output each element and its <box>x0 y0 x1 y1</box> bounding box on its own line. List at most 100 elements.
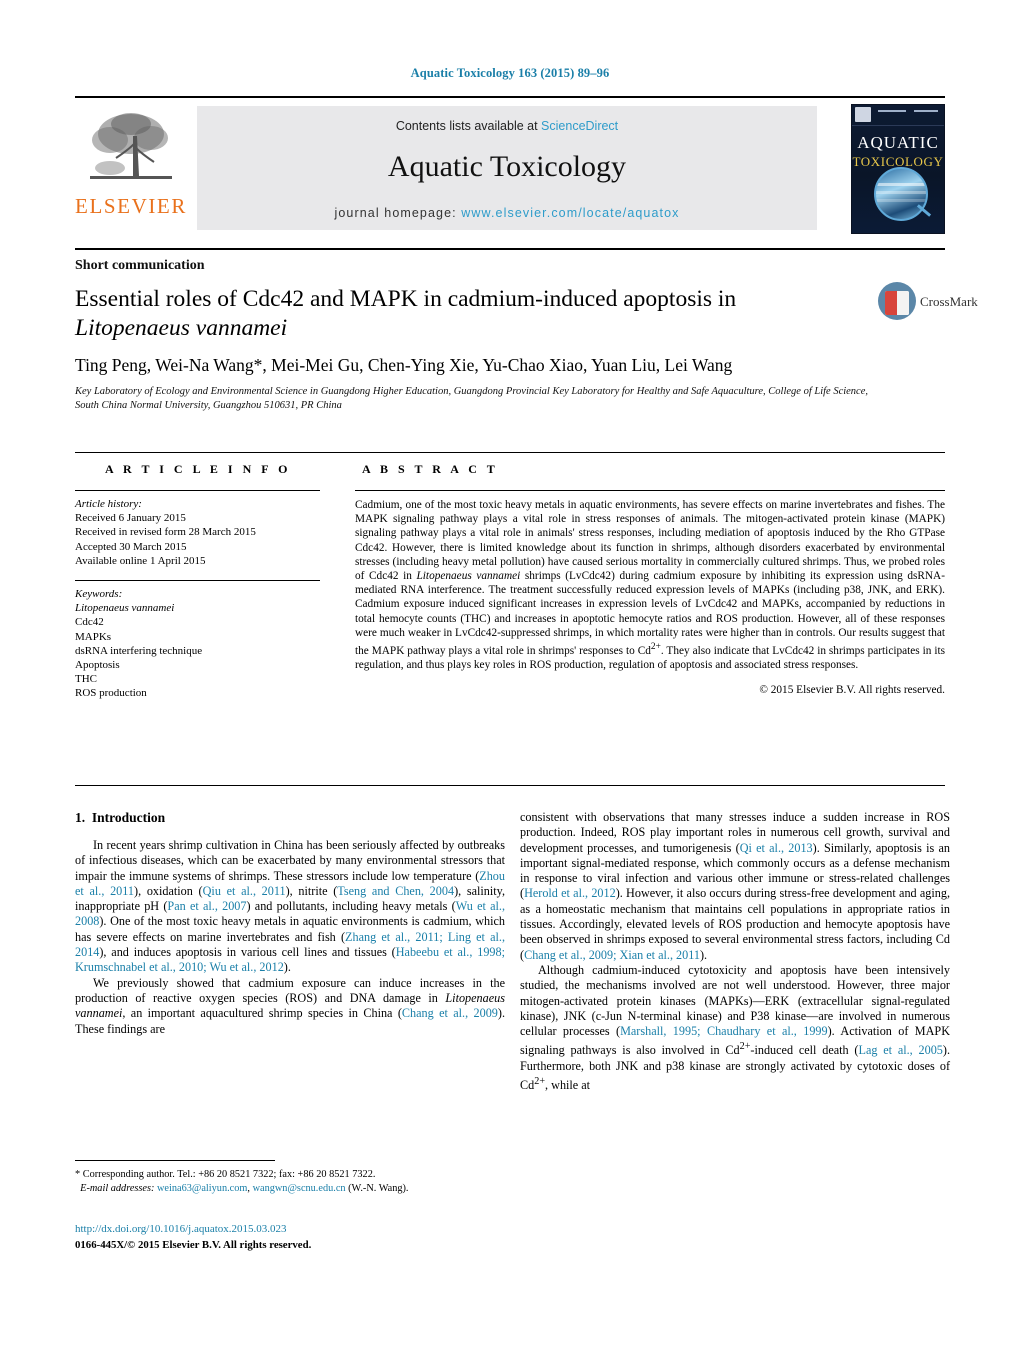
journal-cover-image: AQUATIC TOXICOLOGY <box>851 104 945 234</box>
cover-lens-graphic <box>874 167 928 221</box>
history-item: Accepted 30 March 2015 <box>75 540 187 553</box>
keywords-block: Keywords: Litopenaeus vannamei Cdc42 MAP… <box>75 587 320 701</box>
text-run: , an important aquacultured shrimp speci… <box>122 1006 402 1021</box>
superscript: 2+ <box>739 1041 751 1053</box>
email-note: E-mail addresses: weina63@aliyun.com, wa… <box>75 1182 505 1196</box>
email-suffix: (W.-N. Wang). <box>345 1182 409 1194</box>
homepage-url[interactable]: www.elsevier.com/locate/aquatox <box>461 206 679 220</box>
text-run: ), and induces apoptosis in various cell… <box>99 945 396 960</box>
citation-link[interactable]: Chang et al., 2009 <box>402 1006 498 1020</box>
page-title: Essential roles of Cdc42 and MAPK in cad… <box>75 285 835 343</box>
doi-link[interactable]: http://dx.doi.org/10.1016/j.aquatox.2015… <box>75 1223 287 1235</box>
keyword-item: Cdc42 <box>75 616 104 629</box>
section-heading: 1. Introduction <box>75 810 165 826</box>
doi-block: http://dx.doi.org/10.1016/j.aquatox.2015… <box>75 1222 505 1252</box>
crossmark-right-page <box>897 291 909 315</box>
elsevier-logo: ELSEVIER <box>75 106 187 234</box>
journal-masthead: ELSEVIER Contents lists available at Sci… <box>75 96 945 236</box>
author-list: Ting Peng, Wei-Na Wang*, Mei-Mei Gu, Che… <box>75 355 875 376</box>
paragraph: consistent with observations that many s… <box>520 810 950 963</box>
text-run: ). <box>699 947 708 962</box>
citation-link[interactable]: Marshall, 1995; Chaudhary et al., 1999 <box>620 1024 828 1038</box>
issn-copyright: 0166-445X/© 2015 Elsevier B.V. All right… <box>75 1238 312 1251</box>
keyword-item: Litopenaeus vannamei <box>75 602 175 615</box>
superscript: 2+ <box>534 1076 546 1088</box>
affiliation: Key Laboratory of Ecology and Environmen… <box>75 386 869 411</box>
keyword-item: MAPKs <box>75 630 112 643</box>
text-run: -induced cell death ( <box>750 1043 859 1058</box>
text-run: ). <box>283 960 291 975</box>
body-column-left: In recent years shrimp cultivation in Ch… <box>75 838 505 1037</box>
info-top-divider <box>75 452 945 453</box>
info-separator <box>75 580 320 582</box>
journal-homepage-line: journal homepage: www.elsevier.com/locat… <box>197 206 817 220</box>
email-label: E-mail addresses: <box>80 1182 155 1194</box>
keywords-label: Keywords: <box>75 588 123 601</box>
keyword-item: THC <box>75 673 97 686</box>
cover-rule-left <box>878 110 906 112</box>
cover-elsevier-icon <box>855 107 871 122</box>
section-title: Introduction <box>91 810 166 825</box>
abstract-rule <box>355 490 945 491</box>
crossmark-badge[interactable]: CrossMark <box>878 280 978 326</box>
abstract-species: Litopenaeus vannamei <box>416 570 521 583</box>
citation-link[interactable]: Tseng and Chen, 2004 <box>337 884 454 898</box>
body-top-divider <box>75 785 945 786</box>
history-item: Received 6 January 2015 <box>75 512 186 525</box>
body-column-right: consistent with observations that many s… <box>520 810 950 1093</box>
abstract-text: Cadmium, one of the most toxic heavy met… <box>355 498 945 672</box>
contents-label: Contents lists available at <box>395 119 542 133</box>
citation-link[interactable]: Qiu et al., 2011 <box>203 884 286 898</box>
history-item: Available online 1 April 2015 <box>75 554 206 567</box>
journal-band: Contents lists available at ScienceDirec… <box>197 106 817 230</box>
title-line-1: Essential roles of Cdc42 and MAPK in cad… <box>75 286 737 312</box>
text-run: , while at <box>545 1078 591 1093</box>
title-line-2: Litopenaeus vannamei <box>75 315 288 341</box>
footnote-block: * Corresponding author. Tel.: +86 20 852… <box>75 1168 505 1195</box>
keyword-item: dsRNA interfering technique <box>75 644 203 657</box>
homepage-label: journal homepage: <box>334 206 462 220</box>
citation-link[interactable]: Lag et al., 2005 <box>859 1044 943 1058</box>
text-run: In recent years shrimp cultivation in Ch… <box>75 838 505 883</box>
footnote-divider <box>75 1160 275 1161</box>
sciencedirect-link[interactable]: ScienceDirect <box>541 119 618 133</box>
paragraph: Although cadmium-induced cytotoxicity an… <box>520 963 950 1094</box>
cover-title-aquatic: AQUATIC <box>857 133 939 152</box>
paragraph: We previously showed that cadmium exposu… <box>75 976 505 1037</box>
info-rule <box>75 490 320 491</box>
citation-link[interactable]: Chang et al., 2009; Xian et al., 2011 <box>524 948 700 962</box>
history-label: Article history: <box>75 498 142 510</box>
article-info-heading: A R T I C L E I N F O <box>105 462 291 476</box>
crossmark-label: CrossMark <box>920 294 978 309</box>
paper-page: Aquatic Toxicology 163 (2015) 89–96 ELSE… <box>0 0 1020 1351</box>
paragraph: In recent years shrimp cultivation in Ch… <box>75 838 505 976</box>
cover-rule-right <box>914 110 938 112</box>
running-head: Aquatic Toxicology 163 (2015) 89–96 <box>410 66 610 80</box>
contents-line: Contents lists available at ScienceDirec… <box>197 119 817 133</box>
article-type: Short communication <box>75 258 205 273</box>
crossmark-book-glyph <box>885 291 909 315</box>
article-history-block: Article history: Received 6 January 2015… <box>75 497 320 568</box>
abstract-column: Cadmium, one of the most toxic heavy met… <box>355 490 945 696</box>
keyword-item: ROS production <box>75 687 147 700</box>
corresponding-author-note: * Corresponding author. Tel.: +86 20 852… <box>75 1169 376 1180</box>
cover-top-strip <box>852 105 944 126</box>
elsevier-tree-icon <box>90 113 172 179</box>
abstract-copyright: © 2015 Elsevier B.V. All rights reserved… <box>759 684 945 697</box>
abstract-heading: A B S T R A C T <box>362 462 499 476</box>
text-run: ), nitrite ( <box>285 883 338 898</box>
email-link-2[interactable]: wangwn@scnu.edu.cn <box>253 1183 346 1194</box>
text-run: ), oxidation ( <box>134 883 203 898</box>
email-link-1[interactable]: weina63@aliyun.com <box>157 1183 247 1194</box>
elsevier-wordmark: ELSEVIER <box>75 194 187 218</box>
citation-link[interactable]: Herold et al., 2012 <box>524 886 616 900</box>
text-run: ) and pollutants, including heavy metals… <box>246 899 456 914</box>
keyword-item: Apoptosis <box>75 659 120 672</box>
masthead-divider <box>75 248 945 250</box>
section-number: 1. <box>75 810 86 825</box>
crossmark-icon <box>878 282 916 320</box>
citation-link[interactable]: Pan et al., 2007 <box>167 899 246 913</box>
article-info-column: Article history: Received 6 January 2015… <box>75 490 320 701</box>
citation-link[interactable]: Qi et al., 2013 <box>740 841 813 855</box>
history-item: Received in revised form 28 March 2015 <box>75 526 256 539</box>
